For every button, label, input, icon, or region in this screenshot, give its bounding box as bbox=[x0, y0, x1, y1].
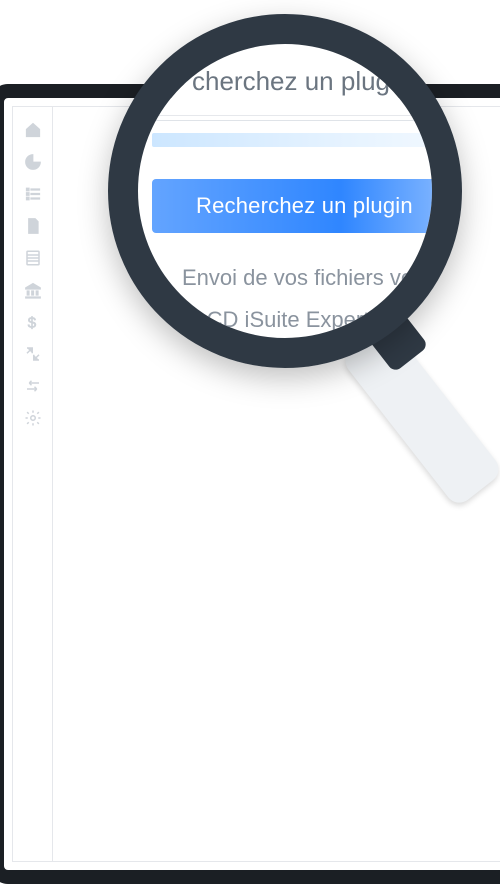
home-icon[interactable] bbox=[24, 121, 42, 139]
gear-icon[interactable] bbox=[24, 409, 42, 427]
checklist-icon[interactable] bbox=[24, 185, 42, 203]
ledger-icon[interactable] bbox=[24, 249, 42, 267]
swap-icon[interactable] bbox=[24, 377, 42, 395]
magnifier-rim bbox=[108, 14, 462, 368]
pie-chart-icon[interactable] bbox=[24, 153, 42, 171]
document-icon[interactable] bbox=[24, 217, 42, 235]
svg-text:$: $ bbox=[27, 314, 36, 331]
sidebar: $ bbox=[13, 107, 53, 861]
dollar-icon[interactable]: $ bbox=[24, 313, 42, 331]
export-icon[interactable] bbox=[24, 345, 42, 363]
magnifier: cherchez un plugin Recherchez un plugin … bbox=[108, 14, 462, 368]
bank-icon[interactable] bbox=[24, 281, 42, 299]
